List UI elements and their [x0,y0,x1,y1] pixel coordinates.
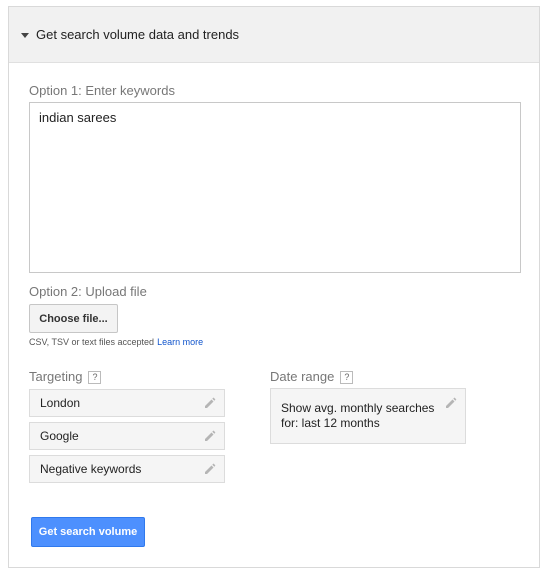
targeting-location[interactable]: London [29,389,225,417]
targeting-negative-keywords[interactable]: Negative keywords [29,455,225,483]
choose-file-button[interactable]: Choose file... [29,304,118,333]
pencil-icon[interactable] [445,397,457,409]
option2-label: Option 2: Upload file [29,284,147,299]
targeting-heading: Targeting? [29,369,102,384]
targeting-network[interactable]: Google [29,422,225,450]
learn-more-link[interactable]: Learn more [157,337,203,347]
keywords-input[interactable]: indian sarees [29,102,521,273]
caret-down-icon[interactable] [21,32,29,38]
date-range-help-icon[interactable]: ? [340,371,354,384]
option1-label: Option 1: Enter keywords [29,83,175,98]
search-volume-panel: Get search volume data and trends Option… [8,6,540,568]
file-hint: CSV, TSV or text files accepted Learn mor… [29,337,203,347]
targeting-negative-label: Negative keywords [40,462,142,476]
pencil-icon[interactable] [204,463,216,475]
targeting-help-icon[interactable]: ? [88,371,102,384]
panel-title: Get search volume data and trends [36,27,240,42]
date-range-selector[interactable]: Show avg. monthly searches for: last 12 … [270,388,466,444]
get-search-volume-button[interactable]: Get search volume [31,517,145,547]
date-range-label: Date range [270,369,335,384]
date-range-line2: for: last 12 months [281,416,380,430]
pencil-icon[interactable] [204,430,216,442]
file-hint-text: CSV, TSV or text files accepted [29,337,155,347]
panel-header[interactable]: Get search volume data and trends [9,7,539,63]
date-range-heading: Date range? [270,369,354,384]
pencil-icon[interactable] [204,397,216,409]
targeting-label: Targeting [29,369,83,384]
targeting-location-label: London [40,396,81,410]
date-range-line1: Show avg. monthly searches [281,401,435,415]
targeting-network-label: Google [40,429,79,443]
